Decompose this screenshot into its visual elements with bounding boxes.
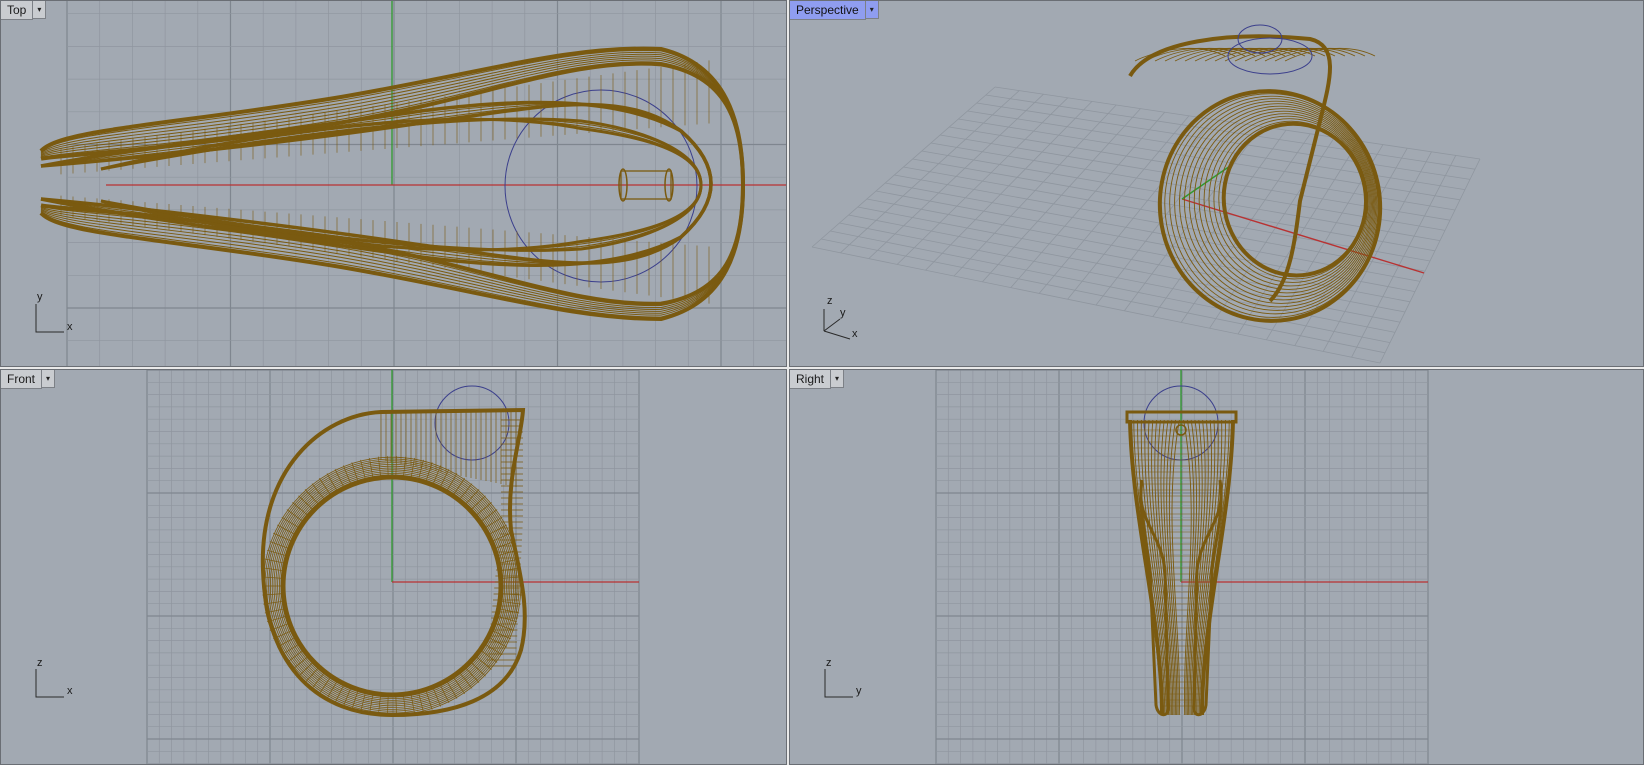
front-viewport-tab: Front ▾ [1, 370, 56, 389]
right-axis-y-label: y [856, 685, 862, 697]
perspective-axis-y-label: y [840, 307, 846, 319]
perspective-viewport-title[interactable]: Perspective [790, 1, 866, 20]
top-viewport-title[interactable]: Top [1, 1, 34, 20]
front-view-canvas[interactable] [1, 370, 787, 765]
perspective-view-canvas[interactable] [790, 1, 1644, 367]
top-view-canvas[interactable] [1, 1, 787, 367]
viewport-layout: Top ▾ y x Perspective ▾ z y x Front ▾ z … [0, 0, 1644, 765]
right-axis-z-label: z [826, 657, 832, 669]
top-viewport-tab: Top ▾ [1, 1, 47, 20]
perspective-axis-x-label: x [852, 328, 858, 340]
front-viewport-title[interactable]: Front [1, 370, 43, 389]
top-axis-x-label: x [67, 321, 73, 333]
dropdown-arrow-icon[interactable]: ▾ [42, 370, 56, 388]
dropdown-arrow-icon[interactable]: ▾ [831, 370, 845, 388]
front-viewport[interactable]: Front ▾ z x [0, 369, 787, 765]
front-axis-x-label: x [67, 685, 73, 697]
perspective-axis-z-label: z [827, 295, 833, 307]
dropdown-arrow-icon[interactable]: ▾ [865, 1, 879, 19]
right-viewport[interactable]: Right ▾ z y [789, 369, 1644, 765]
perspective-viewport[interactable]: Perspective ▾ z y x [789, 0, 1644, 367]
top-viewport[interactable]: Top ▾ y x [0, 0, 787, 367]
perspective-viewport-tab: Perspective ▾ [790, 1, 879, 20]
top-axis-y-label: y [37, 291, 43, 303]
right-viewport-title[interactable]: Right [790, 370, 832, 389]
front-axis-z-label: z [37, 657, 43, 669]
right-view-canvas[interactable] [790, 370, 1644, 765]
right-viewport-tab: Right ▾ [790, 370, 845, 389]
dropdown-arrow-icon[interactable]: ▾ [33, 1, 47, 19]
